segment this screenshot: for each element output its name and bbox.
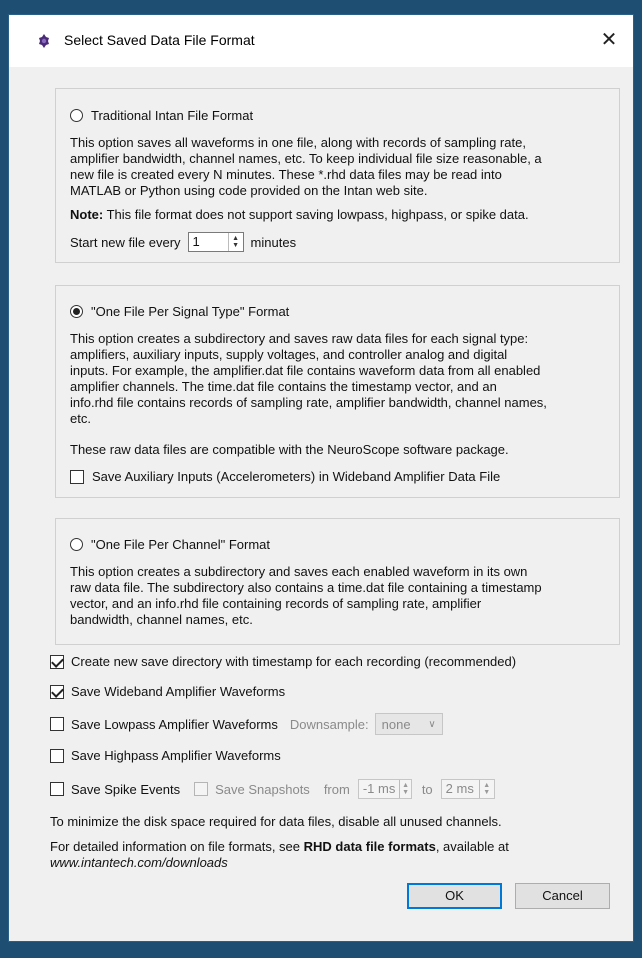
dialog: Select Saved Data File Format ✕ Traditio…: [8, 14, 634, 942]
per-channel-description: This option creates a subdirectory and s…: [70, 564, 610, 628]
minutes-unit-label: minutes: [250, 234, 297, 250]
save-aux-inputs-label: Save Auxiliary Inputs (Accelerometers) i…: [92, 469, 501, 484]
snapshot-from-spinbox[interactable]: -1 ms ▲ ▼: [357, 779, 412, 799]
description-line: This option creates a subdirectory and s…: [70, 331, 529, 346]
note-text: This file format does not support saving…: [103, 207, 529, 222]
chevron-down-icon: ∨: [428, 718, 436, 730]
save-lowpass-checkbox-row: Save Lowpass Amplifier Waveforms Downsam…: [50, 713, 443, 735]
radio-button[interactable]: [70, 538, 83, 551]
description-line: amplifiers, auxiliary inputs, supply vol…: [70, 347, 508, 362]
description-line: amplifier channels. The time.dat file co…: [70, 379, 497, 394]
create-save-dir-label: Create new save directory with timestamp…: [71, 654, 517, 669]
description-line: This option creates a subdirectory and s…: [70, 564, 528, 579]
checkbox[interactable]: [50, 748, 64, 763]
title-bar: Select Saved Data File Format ✕: [9, 15, 633, 67]
downsample-value: none: [381, 716, 411, 732]
traditional-note: Note: This file format does not support …: [70, 207, 610, 223]
per-channel-format-group: "One File Per Channel" Format This optio…: [55, 518, 620, 645]
start-new-file-label: Start new file every: [70, 234, 181, 250]
save-wideband-label: Save Wideband Amplifier Waveforms: [71, 684, 286, 699]
neuroscope-compat-text: These raw data files are compatible with…: [70, 442, 509, 457]
description-line: bandwidth, channel names, etc.: [70, 612, 253, 627]
rhd-file-formats-link[interactable]: RHD data file formats: [304, 839, 436, 854]
close-icon[interactable]: ✕: [593, 25, 625, 55]
description-line: raw data file. The subdirectory also con…: [70, 580, 542, 595]
traditional-format-radio[interactable]: Traditional Intan File Format: [70, 108, 253, 123]
downsample-select[interactable]: none ∨: [374, 713, 443, 735]
spin-arrows-icon[interactable]: ▲ ▼: [227, 233, 243, 251]
cancel-button[interactable]: Cancel: [515, 883, 610, 909]
spin-arrows-icon[interactable]: ▲ ▼: [478, 780, 494, 798]
checkbox[interactable]: [70, 469, 84, 484]
save-aux-inputs-checkbox-row[interactable]: Save Auxiliary Inputs (Accelerometers) i…: [70, 469, 500, 484]
description-line: new file is created every N minutes. The…: [70, 167, 502, 182]
checkbox-checked[interactable]: [50, 684, 64, 699]
save-lowpass-label[interactable]: Save Lowpass Amplifier Waveforms: [71, 717, 278, 732]
create-save-dir-checkbox-row[interactable]: Create new save directory with timestamp…: [50, 654, 516, 669]
spin-arrows-icon[interactable]: ▲ ▼: [399, 780, 411, 798]
radio-button[interactable]: [70, 109, 83, 122]
to-label: to: [421, 781, 433, 797]
note-label: Note:: [70, 207, 104, 222]
description-line: etc.: [70, 411, 91, 426]
description-line: This option saves all waveforms in one f…: [70, 135, 526, 150]
description-line: inputs. For example, the amplifier.dat f…: [70, 363, 541, 378]
save-snapshots-checkbox[interactable]: [194, 782, 209, 796]
file-format-info-text: For detailed information on file formats…: [50, 839, 620, 871]
intan-logo-icon: [39, 34, 49, 48]
traditional-format-group: Traditional Intan File Format This optio…: [55, 88, 620, 263]
intantech-url: www.intantech.com/downloads: [50, 855, 228, 870]
per-channel-format-label: "One File Per Channel" Format: [91, 537, 271, 552]
description-line: vector, and an info.rhd file containing …: [70, 596, 482, 611]
snapshot-to-spinbox[interactable]: 2 ms ▲ ▼: [440, 779, 495, 799]
start-new-file-row: Start new file every 1 ▲ ▼ minutes: [70, 232, 296, 252]
traditional-description: This option saves all waveforms in one f…: [70, 135, 610, 199]
minutes-value[interactable]: 1: [189, 233, 228, 251]
description-line: MATLAB or Python using code provided on …: [70, 183, 428, 198]
description-line: info.rhd file contains records of sampli…: [70, 395, 547, 410]
from-label: from: [323, 781, 350, 797]
traditional-format-label: Traditional Intan File Format: [91, 108, 254, 123]
detail-prefix: For detailed information on file formats…: [50, 839, 304, 854]
save-highpass-label: Save Highpass Amplifier Waveforms: [71, 748, 281, 763]
save-spike-events-label[interactable]: Save Spike Events: [71, 782, 180, 797]
per-signal-description: This option creates a subdirectory and s…: [70, 331, 610, 427]
description-line: amplifier bandwidth, channel names, etc.…: [70, 151, 542, 166]
checkbox[interactable]: [50, 782, 64, 796]
downsample-label: Downsample:: [289, 716, 369, 732]
per-signal-format-label: "One File Per Signal Type" Format: [91, 304, 290, 319]
ok-button[interactable]: OK: [407, 883, 502, 909]
detail-suffix: , available at: [435, 839, 509, 854]
checkbox[interactable]: [50, 717, 64, 731]
window-title: Select Saved Data File Format: [64, 32, 255, 48]
minutes-spinbox[interactable]: 1 ▲ ▼: [187, 232, 244, 252]
minimize-disk-space-text: To minimize the disk space required for …: [50, 814, 502, 829]
per-channel-format-radio[interactable]: "One File Per Channel" Format: [70, 537, 270, 552]
save-spike-events-row: Save Spike Events Save Snapshots from -1…: [50, 779, 495, 799]
checkbox-checked[interactable]: [50, 654, 64, 669]
per-signal-format-group: "One File Per Signal Type" Format This o…: [55, 285, 620, 498]
snapshot-to-value[interactable]: 2 ms: [442, 780, 479, 798]
save-snapshots-label: Save Snapshots: [215, 781, 310, 797]
radio-button-selected[interactable]: [70, 305, 83, 318]
snapshot-from-value[interactable]: -1 ms: [359, 780, 400, 798]
per-signal-format-radio[interactable]: "One File Per Signal Type" Format: [70, 304, 289, 319]
save-highpass-checkbox-row[interactable]: Save Highpass Amplifier Waveforms: [50, 748, 281, 763]
save-wideband-checkbox-row[interactable]: Save Wideband Amplifier Waveforms: [50, 684, 285, 699]
